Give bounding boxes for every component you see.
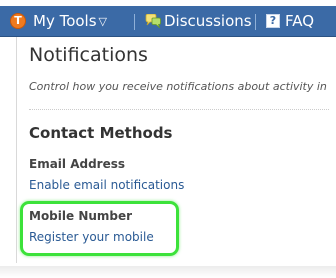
help-icon: ? (266, 14, 280, 28)
content-left-border (16, 37, 17, 263)
section-divider (29, 109, 329, 110)
contact-methods-heading: Contact Methods (29, 124, 173, 142)
register-mobile-link[interactable]: Register your mobile (29, 230, 154, 244)
nav-separator (134, 14, 135, 30)
enable-email-notifications-link[interactable]: Enable email notifications (29, 178, 184, 192)
email-address-label: Email Address (29, 157, 126, 171)
mobile-number-label: Mobile Number (29, 209, 133, 223)
brand-logo-icon[interactable]: T (10, 13, 26, 29)
faq-link[interactable]: FAQ (285, 6, 314, 36)
discussions-link[interactable]: Discussions (164, 6, 252, 36)
page-title: Notifications (29, 44, 148, 66)
top-nav-bar: T My Tools ▽ Discussions ? FAQ (0, 6, 336, 37)
chevron-down-icon: ▽ (98, 15, 108, 28)
nav-separator (255, 14, 256, 30)
my-tools-label: My Tools (33, 12, 97, 30)
page-description: Control how you receive notifications ab… (29, 80, 327, 93)
content-bottom-edge (0, 266, 336, 278)
speech-bubbles-icon (145, 14, 161, 28)
my-tools-menu[interactable]: My Tools ▽ (33, 6, 107, 36)
